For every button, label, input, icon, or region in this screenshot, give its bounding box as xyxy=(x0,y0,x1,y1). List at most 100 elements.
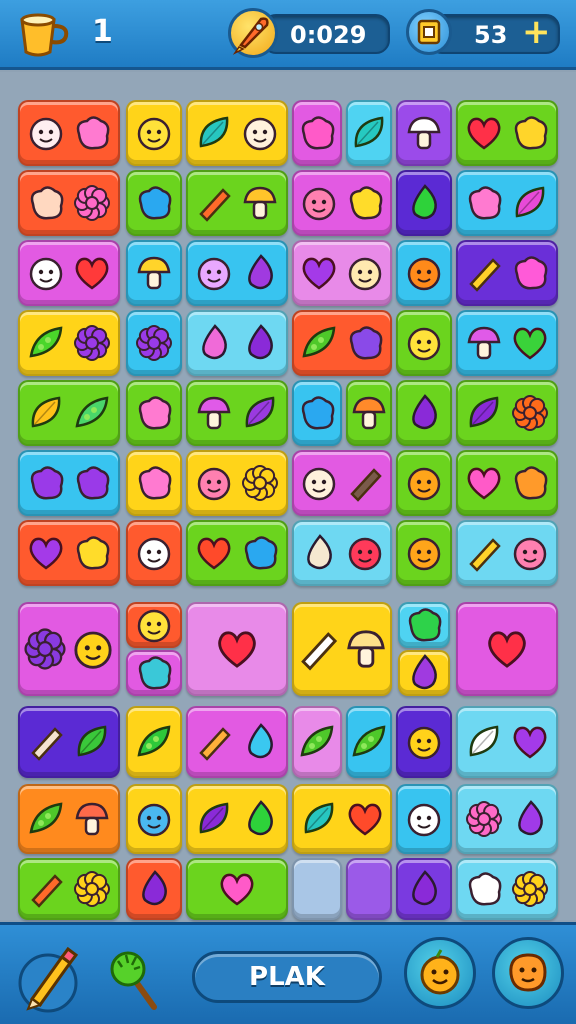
white-duck-icon xyxy=(407,803,441,837)
red-face-icon xyxy=(348,537,382,571)
tile[interactable] xyxy=(126,650,182,696)
peach-ghost-icon xyxy=(30,186,64,220)
cream-face-icon xyxy=(302,467,336,501)
tile[interactable] xyxy=(292,784,392,854)
tile[interactable] xyxy=(396,706,452,778)
tile[interactable] xyxy=(396,784,452,854)
purple-heart-icon xyxy=(302,257,336,290)
tile[interactable] xyxy=(456,380,558,446)
add-icon[interactable]: + xyxy=(522,14,551,50)
tile[interactable] xyxy=(18,170,120,236)
purple-eggplant-icon xyxy=(412,870,437,906)
tile[interactable] xyxy=(18,310,120,376)
tile[interactable] xyxy=(456,450,558,516)
tile[interactable] xyxy=(398,650,450,696)
tile[interactable] xyxy=(126,520,182,586)
tile[interactable] xyxy=(126,310,182,376)
tile[interactable] xyxy=(456,602,558,696)
tile[interactable] xyxy=(398,602,450,648)
tile[interactable] xyxy=(396,380,452,446)
tile[interactable] xyxy=(126,706,182,778)
tile[interactable] xyxy=(18,100,120,166)
cup-icon[interactable] xyxy=(14,8,70,60)
tile[interactable] xyxy=(126,100,182,166)
orange-blob-icon xyxy=(515,466,548,500)
rocket-icon[interactable] xyxy=(228,8,278,58)
tile[interactable] xyxy=(18,784,120,854)
white-cloud-face-icon xyxy=(137,537,171,571)
red-heart-icon xyxy=(488,631,526,668)
tile[interactable] xyxy=(186,170,288,236)
tile[interactable] xyxy=(396,310,452,376)
tile[interactable] xyxy=(18,450,120,516)
tile[interactable] xyxy=(126,380,182,446)
tile[interactable] xyxy=(186,520,288,586)
tile[interactable] xyxy=(126,602,182,648)
striped-ball-icon xyxy=(197,257,230,291)
tile[interactable] xyxy=(292,170,392,236)
tile[interactable] xyxy=(292,450,392,516)
tile[interactable] xyxy=(18,380,120,446)
tile[interactable] xyxy=(186,784,288,854)
pumpkin-face-icon[interactable] xyxy=(404,937,476,1009)
tile[interactable] xyxy=(18,706,120,778)
tile[interactable] xyxy=(456,858,558,920)
tile[interactable] xyxy=(18,240,120,306)
tile[interactable] xyxy=(186,450,288,516)
green-corn-icon xyxy=(29,326,63,358)
tile[interactable] xyxy=(292,602,392,696)
tile[interactable] xyxy=(396,858,452,920)
tile[interactable] xyxy=(346,706,392,778)
tile[interactable] xyxy=(126,240,182,306)
tile[interactable] xyxy=(126,858,182,920)
tile[interactable] xyxy=(186,706,288,778)
tile[interactable] xyxy=(186,240,288,306)
tile[interactable] xyxy=(292,310,392,376)
tile[interactable] xyxy=(126,170,182,236)
green-sprouts-icon xyxy=(137,725,171,757)
yellow-flower-icon xyxy=(74,871,111,907)
tile[interactable] xyxy=(346,858,392,920)
tile[interactable] xyxy=(396,450,452,516)
tile[interactable] xyxy=(126,784,182,854)
tile[interactable] xyxy=(396,240,452,306)
tile[interactable] xyxy=(346,380,392,446)
tile[interactable] xyxy=(456,100,558,166)
pencil-tool-icon[interactable] xyxy=(14,937,84,1013)
tile[interactable] xyxy=(292,240,392,306)
carrot-icon xyxy=(30,874,63,908)
tile[interactable] xyxy=(456,170,558,236)
tile[interactable] xyxy=(292,858,342,920)
orange-face-icon[interactable] xyxy=(492,937,564,1009)
purple-leaf-icon xyxy=(469,396,498,428)
purple-eggplant-icon xyxy=(142,870,167,906)
tile[interactable] xyxy=(456,784,558,854)
tile[interactable] xyxy=(186,100,288,166)
tile[interactable] xyxy=(186,602,288,696)
tile[interactable] xyxy=(186,310,288,376)
tile[interactable] xyxy=(292,520,392,586)
tile[interactable] xyxy=(346,100,392,166)
tile[interactable] xyxy=(18,602,120,696)
tile[interactable] xyxy=(292,706,342,778)
tile[interactable] xyxy=(292,100,342,166)
tile[interactable] xyxy=(18,520,120,586)
ruler-icon xyxy=(198,727,231,761)
tile[interactable] xyxy=(18,858,120,920)
tile[interactable] xyxy=(126,450,182,516)
tile[interactable] xyxy=(456,310,558,376)
tile[interactable] xyxy=(396,100,452,166)
purple-heart-icon xyxy=(29,537,63,570)
tile[interactable] xyxy=(456,706,558,778)
tile[interactable] xyxy=(456,240,558,306)
tile[interactable] xyxy=(396,170,452,236)
plak-button[interactable]: PLAK xyxy=(192,951,382,1003)
brush-tool-icon[interactable] xyxy=(100,937,170,1013)
lemon-icon xyxy=(74,631,112,669)
yellow-duck-icon xyxy=(349,186,383,220)
tile[interactable] xyxy=(186,380,288,446)
tile[interactable] xyxy=(186,858,288,920)
tile[interactable] xyxy=(456,520,558,586)
tile[interactable] xyxy=(396,520,452,586)
tile[interactable] xyxy=(292,380,342,446)
